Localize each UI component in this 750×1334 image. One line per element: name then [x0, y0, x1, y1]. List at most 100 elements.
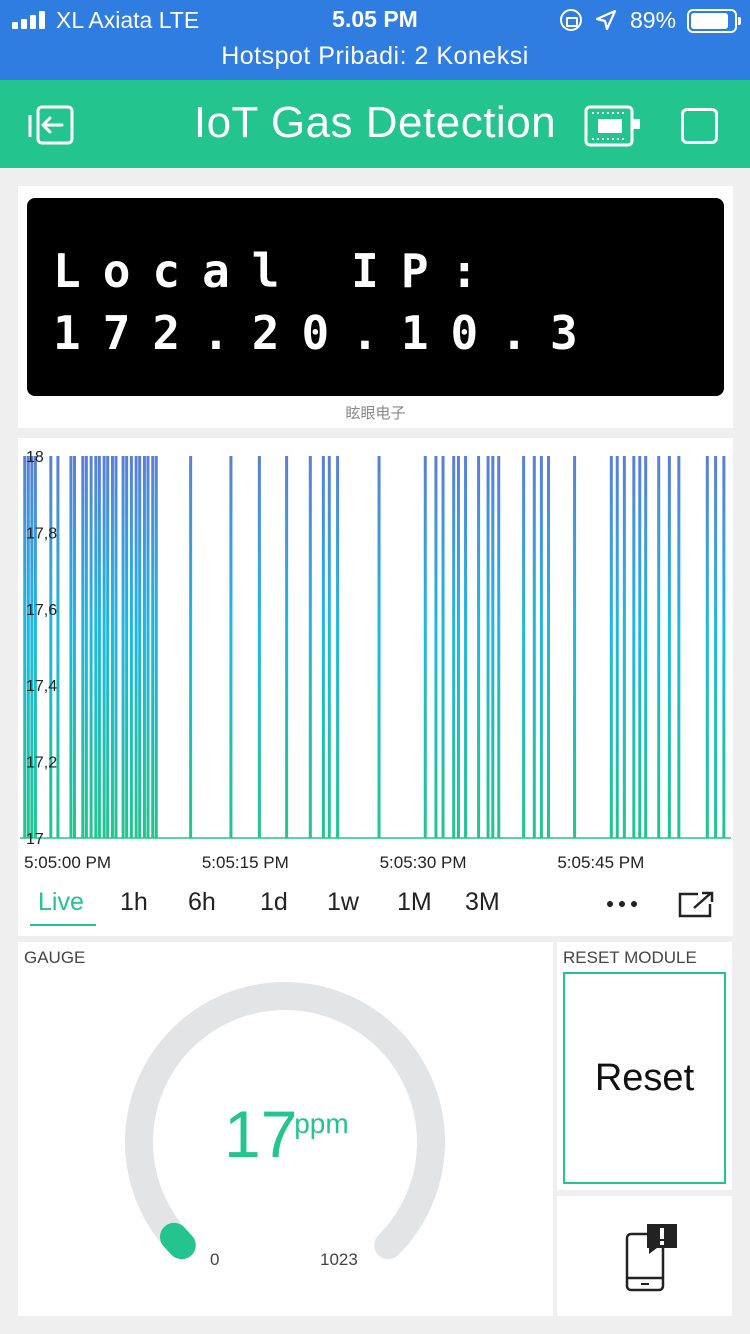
chart-bar [30, 456, 34, 838]
chart-bar [644, 456, 648, 838]
gauge-min-label: 0 [210, 1250, 220, 1269]
chart-bar [94, 456, 98, 838]
y-tick-label: 17,2 [26, 755, 57, 772]
chart-bar [423, 456, 427, 838]
chart-bar [657, 456, 661, 838]
chart-bar [89, 456, 93, 838]
chart-bar [114, 456, 118, 838]
gauge-value: 17 [224, 1097, 298, 1171]
chart-bar [464, 456, 468, 838]
chart-bar [69, 456, 73, 838]
hotspot-banner[interactable]: Hotspot Pribadi: 2 Koneksi [0, 42, 750, 71]
chart-bar [336, 456, 340, 838]
chart[interactable]: 18 17,8 17,6 17,4 17,2 17 5:05:00 PM 5:05:15 PM… [18, 438, 733, 878]
lcd-display: Local IP: 172.20.10.3 [27, 198, 724, 396]
chart-bar [321, 456, 325, 838]
chart-bar [622, 456, 626, 838]
chart-bar [121, 456, 125, 838]
chart-bar [522, 456, 526, 838]
chart-bar [257, 456, 261, 838]
chart-bar [33, 456, 37, 838]
location-arrow-icon [595, 9, 617, 31]
lcd-line-1: Local IP: [53, 244, 501, 298]
more-icon[interactable] [606, 900, 638, 908]
reset-label: RESET MODULE [563, 948, 697, 967]
reset-button[interactable]: Reset [563, 972, 726, 1184]
chart-bar [23, 456, 27, 838]
chart-bar [477, 456, 481, 838]
gauge-unit: ‘ppm [288, 1108, 349, 1139]
chart-bar [146, 456, 150, 838]
chart-bar [327, 456, 331, 838]
rotation-lock-icon [560, 9, 582, 31]
expand-icon[interactable] [678, 890, 714, 918]
lcd-widget: Local IP: 172.20.10.3 眩眼电子 [18, 186, 733, 428]
chart-bar [539, 456, 543, 838]
x-tick-label: 5:05:45 PM [557, 853, 644, 872]
chart-bar [134, 456, 138, 838]
y-tick-label: 17,6 [26, 602, 57, 619]
chart-bar [722, 456, 726, 838]
range-6h[interactable]: 6h [188, 888, 216, 917]
range-live[interactable]: Live [38, 888, 84, 917]
chart-bar [441, 456, 445, 838]
x-tick-label: 5:05:30 PM [380, 853, 467, 872]
reset-widget: RESET MODULE Reset [557, 942, 732, 1190]
phone-notification-icon[interactable] [623, 1222, 679, 1292]
app-header: IoT Gas Detection [0, 80, 750, 168]
stop-icon[interactable] [681, 108, 718, 144]
chart-bar [285, 456, 289, 838]
gauge-max-label: 1023 [320, 1250, 358, 1269]
lcd-line-2: 172.20.10.3 [53, 306, 600, 360]
lcd-caption: 眩眼电子 [345, 405, 406, 422]
chart-bar [138, 456, 142, 838]
battery-percent: 89% [630, 7, 677, 33]
device-icon[interactable] [584, 105, 642, 147]
y-tick-label: 17,8 [26, 525, 57, 542]
chart-bar [667, 456, 671, 838]
battery-icon [687, 9, 741, 33]
y-tick-label: 17,4 [26, 678, 57, 695]
range-1w[interactable]: 1w [327, 888, 359, 917]
chart-bar [81, 456, 85, 838]
y-tick-label: 18 [26, 449, 44, 466]
chart-bar [154, 456, 158, 838]
gauge-value-arc [160, 1222, 196, 1260]
chart-bar [547, 456, 551, 838]
range-3m[interactable]: 3M [465, 888, 500, 917]
active-range-indicator [30, 924, 96, 926]
chart-bar [377, 456, 381, 838]
superchart-widget[interactable]: 18 17,8 17,6 17,4 17,2 17 5:05:00 PM 5:05:15 PM… [18, 438, 733, 936]
chart-bar [714, 456, 718, 838]
chart-bar [110, 456, 114, 838]
chart-bar [142, 456, 146, 838]
chart-bar [638, 456, 642, 838]
notification-widget[interactable] [557, 1196, 732, 1316]
chart-bar [102, 456, 106, 838]
status-bar: XL Axiata LTE 5.05 PM 89% Hotspot Pribad… [0, 0, 750, 80]
range-1d[interactable]: 1d [260, 888, 288, 917]
chart-bar [456, 456, 460, 838]
chart-bar [84, 456, 88, 838]
chart-bar [73, 456, 77, 838]
x-tick-label: 5:05:15 PM [202, 853, 289, 872]
chart-bar [229, 456, 233, 838]
gauge-widget: GAUGE 17 ‘ppm 0 1023 [18, 942, 553, 1316]
time-range-bar: Live 1h 6h 1d 1w 1M 3M [18, 886, 733, 930]
chart-bar [497, 456, 501, 838]
chart-bar [56, 456, 60, 838]
chart-bar [486, 456, 490, 838]
chart-bar [677, 456, 681, 838]
y-tick-label: 17 [26, 831, 44, 848]
chart-bar [151, 456, 155, 838]
chart-bar [705, 456, 709, 838]
chart-bar [615, 456, 619, 838]
chart-bar [452, 456, 456, 838]
chart-bar [49, 456, 53, 838]
chart-bar [106, 456, 110, 838]
chart-bar [434, 456, 438, 838]
chart-bar [189, 456, 193, 838]
range-1m[interactable]: 1M [397, 888, 432, 917]
chart-bar [308, 456, 312, 838]
range-1h[interactable]: 1h [120, 888, 148, 917]
